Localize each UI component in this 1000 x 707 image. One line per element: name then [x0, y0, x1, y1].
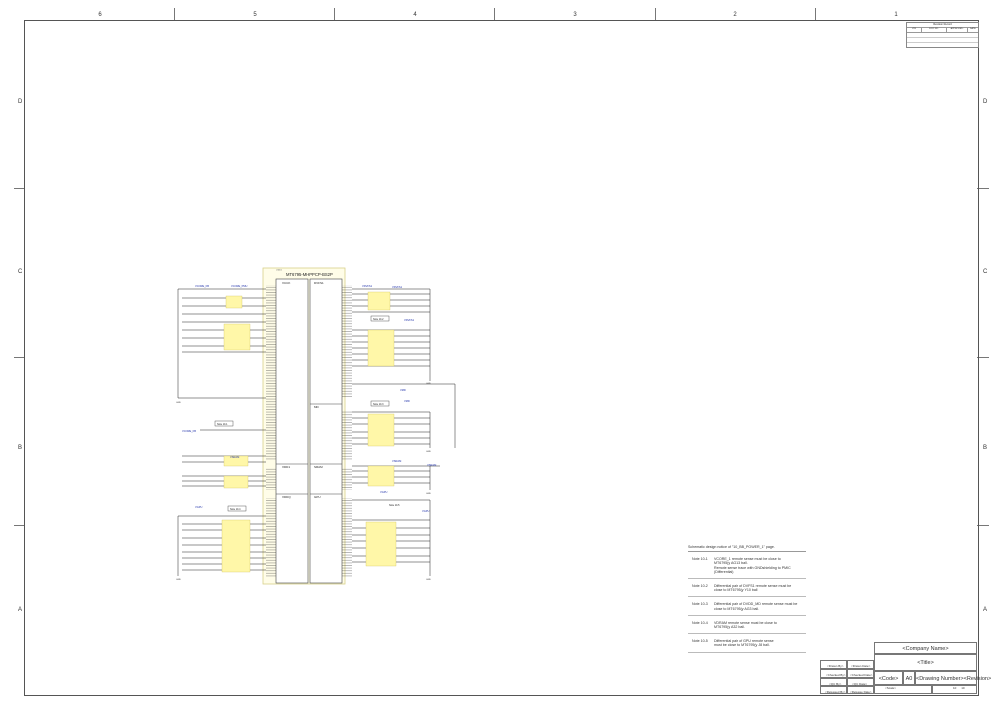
note-ref: Note 10-1	[217, 423, 228, 426]
block-label: DVFS1	[314, 281, 324, 285]
pin-stubs-gpu	[342, 498, 352, 578]
net-label: VGPU	[380, 490, 387, 494]
checked-date: <Checked Date>	[850, 673, 873, 677]
sheet-value: 10	[953, 686, 957, 690]
note-item: Note 10-4 VDRAM remote sense must be clo…	[688, 619, 806, 635]
note-text: VDRAM remote sense must be close to MT67…	[714, 620, 777, 630]
drawn-by: <Drawn By>	[827, 664, 844, 668]
gnd-label: GND	[426, 493, 431, 495]
note-text: Differential pair of GPU remote sense mu…	[714, 639, 774, 648]
net-label: VSRAM	[392, 459, 401, 463]
company-name: <Company Name>	[902, 646, 949, 652]
title-block: <Company Name> <Title> <Code> A0 <Drawin…	[820, 642, 991, 694]
note-id: Note 10-1	[692, 557, 708, 562]
gnd-label: GND	[426, 579, 431, 581]
note-text: Differential pair of DVDD_MD remote sens…	[714, 602, 798, 611]
released-date-cell: <Release Date>	[847, 686, 874, 694]
block-label: VDDQ	[282, 495, 291, 499]
drawing-number-cell: <Drawing Number><Revision>	[915, 671, 991, 685]
block-label: SRAM	[314, 465, 323, 469]
net-label: VSRAM	[230, 455, 239, 459]
notes-header: Schematic design notice of "10_BB_POWER_…	[688, 545, 806, 553]
block-label: VCCK	[282, 281, 290, 285]
qc-by: <QC By>	[829, 681, 842, 686]
pin-stubs-md	[342, 410, 352, 460]
sheet-cell: 10 10	[932, 685, 977, 694]
size-value: A0	[905, 676, 913, 682]
block-label: GPU	[314, 495, 321, 499]
block-label: VDD1	[282, 465, 290, 469]
gnd-label: GND	[176, 579, 181, 581]
drawing-number: <Drawing Number>	[916, 676, 964, 682]
net-label: VDVFS1	[362, 284, 373, 288]
sheet-of-value: 10	[961, 686, 965, 690]
released-date: <Release Date>	[850, 689, 872, 694]
note-id: Note 10-3	[692, 602, 708, 607]
net-label: VDVFS1	[404, 318, 415, 322]
checked-by: <Checked By>	[826, 673, 846, 677]
qc-date: <QC Date>	[852, 681, 868, 686]
pin-stubs-vcck	[266, 285, 276, 461]
released-by: <Released By>	[825, 689, 846, 694]
code-value: <Code>	[878, 676, 899, 682]
net-label: VMD	[400, 388, 406, 392]
design-notes: Schematic design notice of "10_BB_POWER_…	[688, 545, 806, 656]
note-text: Differential pair of DVFS1 remote sense …	[714, 584, 792, 593]
note-item: Note 10-1 VCORE_1 remote sense must be c…	[688, 555, 806, 580]
note-item: Note 10-2 Differential pair of DVFS1 rem…	[688, 582, 806, 598]
net-label: VCORE_FB	[195, 284, 209, 288]
pin-stubs-sram	[342, 468, 352, 490]
gnd-label: GND	[426, 451, 431, 453]
drawn-date: <Drawn Date>	[851, 664, 871, 668]
pin-stubs-dvfs1	[342, 285, 352, 397]
pin-stubs-vdd1	[266, 468, 276, 490]
net-label: VDVFS1	[392, 285, 403, 289]
note-ref: Note 10-3	[373, 403, 384, 406]
revision-value: <Revision>	[963, 676, 992, 682]
net-label: VCORE_FB	[182, 429, 196, 433]
note-id: Note 10-5	[692, 639, 708, 644]
net-label: VGPU	[195, 505, 202, 509]
checked-by-cell: <Checked By>	[820, 669, 847, 678]
note-ref: Note 10-2	[373, 318, 384, 321]
ic-part-ref: U1001	[276, 270, 283, 272]
note-item: Note 10-5 Differential pair of GPU remot…	[688, 637, 806, 653]
net-label: VGPU	[422, 509, 429, 513]
net-label: VSRAM	[427, 463, 436, 467]
qc-by-cell: <QC By>	[820, 678, 847, 686]
gnd-label: GND	[426, 383, 431, 385]
gnd-label: GND	[176, 402, 181, 404]
scale-cell: <Scale>	[874, 685, 932, 694]
pin-stubs-vddq	[266, 498, 276, 578]
drawing-title: <Title>	[917, 660, 934, 666]
schematic-drawing: MT6795-MHPPCP-BS2P U1001 VCCK DVFS1 MD V…	[176, 267, 456, 585]
released-by-cell: <Released By>	[820, 686, 847, 694]
note-ref: Note 10-4	[230, 508, 241, 511]
title-cell: <Title>	[874, 654, 977, 671]
note-id: Note 10-2	[692, 584, 708, 589]
note-ref: Note 10-5	[389, 504, 400, 507]
ic-part-name: MT6795-MHPPCP-BS2P	[286, 272, 333, 277]
note-id: Note 10-4	[692, 620, 708, 625]
size-cell: A0	[903, 671, 915, 685]
note-text: VCORE_1 remote sense must be close to MT…	[714, 557, 791, 574]
qc-date-cell: <QC Date>	[847, 678, 874, 686]
net-label: VMD	[404, 399, 410, 403]
scale-value: <Scale>	[885, 686, 897, 690]
note-item: Note 10-3 Differential pair of DVDD_MD r…	[688, 600, 806, 616]
company-cell: <Company Name>	[874, 642, 977, 654]
code-cell: <Code>	[874, 671, 903, 685]
drawn-by-cell: <Drawn By>	[820, 660, 847, 669]
net-label: VCORE_PMU	[231, 284, 248, 288]
checked-date-cell: <Checked Date>	[847, 669, 874, 678]
drawn-date-cell: <Drawn Date>	[847, 660, 874, 669]
